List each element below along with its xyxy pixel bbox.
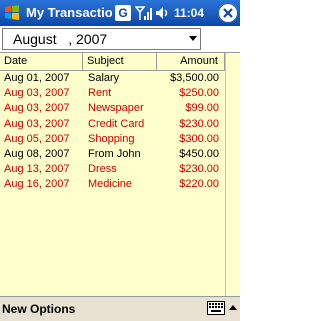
- new-options-menu[interactable]: New Options: [2, 300, 75, 318]
- cell-subject: Newspaper: [88, 102, 144, 115]
- cell-subject: Dress: [88, 163, 117, 176]
- volume-icon[interactable]: [154, 4, 170, 22]
- transactions-table: Date Subject Amount Aug 01, 2007 Salary $3…: [0, 52, 240, 297]
- table-header: Date Subject Amount: [0, 53, 225, 71]
- signal-icon[interactable]: [135, 4, 153, 22]
- cell-amount: $250.00: [179, 87, 219, 100]
- cell-date: Aug 03, 2007: [4, 117, 70, 130]
- cell-subject: Shopping: [88, 132, 135, 145]
- keyboard-icon[interactable]: [207, 301, 225, 315]
- cell-amount: $3,500.00: [170, 72, 219, 84]
- cell-subject: Credit Card: [88, 117, 145, 130]
- g-status-icon[interactable]: G: [115, 5, 131, 21]
- cell-subject: Rent: [88, 87, 112, 100]
- app-title: My Transaction: [26, 5, 112, 20]
- close-icon[interactable]: [218, 3, 238, 23]
- cell-amount: $230.00: [179, 117, 219, 130]
- table-row[interactable]: Aug 03, 2007 Newspaper $99.00: [0, 101, 225, 116]
- vertical-scrollbar[interactable]: [225, 53, 240, 296]
- cell-subject: From John: [88, 147, 141, 160]
- chevron-down-icon[interactable]: [189, 36, 197, 41]
- table-row[interactable]: Aug 16, 2007 Medicine $220.00: [0, 177, 225, 192]
- cell-date: Aug 03, 2007: [4, 102, 70, 115]
- table-row[interactable]: Aug 08, 2007 From John $450.00: [0, 147, 225, 162]
- month-year-value: August , 2007: [13, 31, 108, 47]
- column-header-date[interactable]: Date: [0, 53, 83, 70]
- cell-amount: $230.00: [179, 163, 219, 176]
- cell-amount: $220.00: [179, 178, 219, 191]
- cell-date: Aug 08, 2007: [4, 147, 70, 160]
- cell-date: Aug 05, 2007: [4, 132, 70, 145]
- cell-amount: $450.00: [179, 147, 219, 160]
- column-header-amount[interactable]: Amount: [157, 53, 225, 70]
- title-bar: My Transaction G 11:04: [0, 0, 240, 26]
- clock[interactable]: 11:04: [174, 4, 214, 22]
- table-row[interactable]: Aug 05, 2007 Shopping $300.00: [0, 132, 225, 147]
- table-row[interactable]: Aug 13, 2007 Dress $230.00: [0, 162, 225, 177]
- month-year-dropdown[interactable]: August , 2007: [2, 28, 201, 50]
- table-row[interactable]: Aug 03, 2007 Rent $250.00: [0, 86, 225, 101]
- cell-subject: Medicine: [88, 178, 133, 191]
- cell-amount: $300.00: [179, 132, 219, 145]
- table-row[interactable]: Aug 01, 2007 Salary $3,500.00: [0, 71, 225, 86]
- cell-date: Aug 13, 2007: [4, 163, 70, 176]
- table-body: Aug 01, 2007 Salary $3,500.00 Aug 03, 2007 R…: [0, 71, 225, 193]
- column-header-subject[interactable]: Subject: [83, 53, 157, 70]
- cell-subject: Salary: [88, 72, 120, 84]
- cell-date: Aug 16, 2007: [4, 178, 70, 191]
- table-row[interactable]: Aug 03, 2007 Credit Card $230.00: [0, 117, 225, 132]
- menu-up-arrow-icon[interactable]: [229, 305, 237, 310]
- cell-date: Aug 03, 2007: [4, 87, 70, 100]
- start-logo-icon[interactable]: [3, 4, 21, 22]
- cell-amount: $99.00: [185, 102, 219, 115]
- menu-bar: New Options: [0, 296, 240, 321]
- cell-date: Aug 01, 2007: [4, 72, 70, 84]
